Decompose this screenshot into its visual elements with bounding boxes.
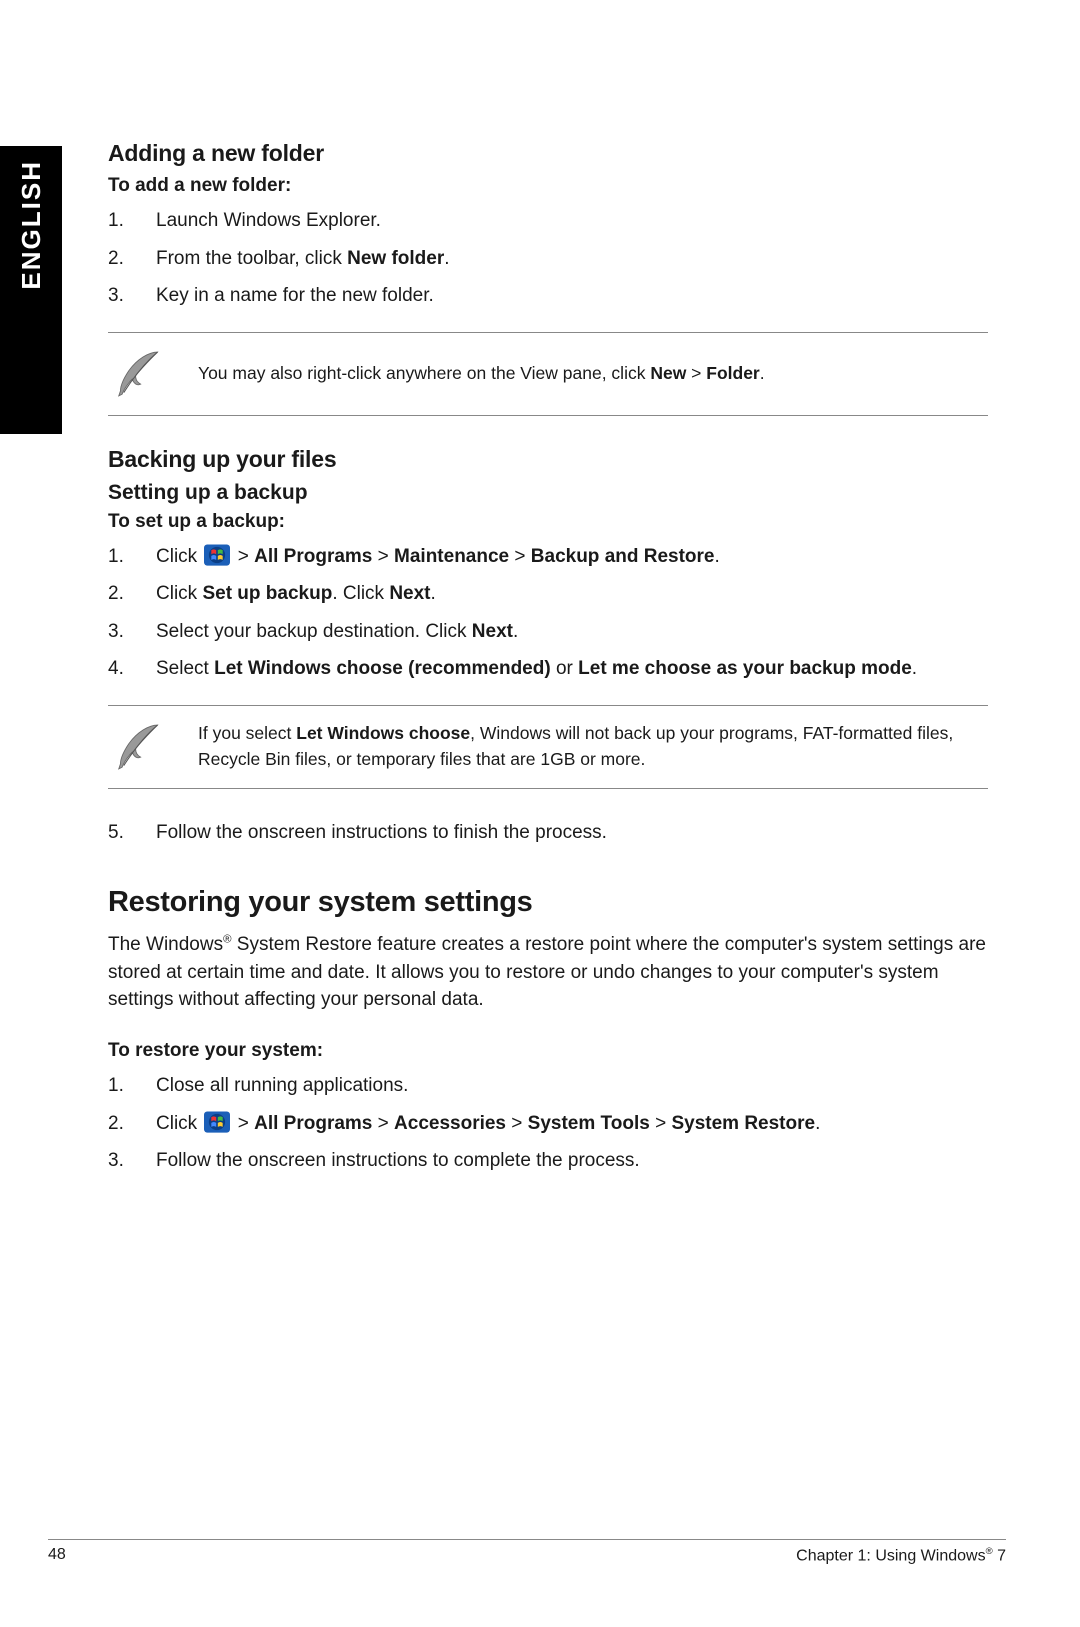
step-number: 5. xyxy=(108,819,156,847)
windows-start-icon xyxy=(204,1111,230,1133)
note-text: You may also right-click anywhere on the… xyxy=(198,361,988,386)
step-number: 3. xyxy=(108,282,156,310)
steps-setup-backup-cont: 5. Follow the onscreen instructions to f… xyxy=(108,819,988,847)
steps-setup-backup: 1. Click > All Programs > Maintenance > … xyxy=(108,543,988,683)
step-number: 2. xyxy=(108,580,156,608)
step-text: Follow the onscreen instructions to comp… xyxy=(156,1147,988,1175)
page-content: Adding a new folder To add a new folder:… xyxy=(108,140,988,1197)
chapter-label: Chapter 1: Using Windows® 7 xyxy=(796,1546,1006,1565)
step-number: 4. xyxy=(108,655,156,683)
step-text: Click > All Programs > Maintenance > Bac… xyxy=(156,543,988,571)
list-item: 1. Launch Windows Explorer. xyxy=(108,207,988,235)
heading-restoring: Restoring your system settings xyxy=(108,886,988,919)
step-number: 1. xyxy=(108,543,156,571)
list-item: 1. Click > All Programs > Maintenance > … xyxy=(108,543,988,571)
step-number: 3. xyxy=(108,618,156,646)
steps-restore: 1. Close all running applications. 2. Cl… xyxy=(108,1072,988,1175)
step-text: From the toolbar, click New folder. xyxy=(156,245,988,273)
step-text: Follow the onscreen instructions to fini… xyxy=(156,819,988,847)
feather-icon xyxy=(108,720,198,774)
list-item: 2. From the toolbar, click New folder. xyxy=(108,245,988,273)
step-text: Click > All Programs > Accessories > Sys… xyxy=(156,1110,988,1138)
list-item: 5. Follow the onscreen instructions to f… xyxy=(108,819,988,847)
step-number: 2. xyxy=(108,245,156,273)
step-text: Select your backup destination. Click Ne… xyxy=(156,618,988,646)
note-box: If you select Let Windows choose, Window… xyxy=(108,705,988,789)
steps-add-folder: 1. Launch Windows Explorer. 2. From the … xyxy=(108,207,988,310)
step-text: Key in a name for the new folder. xyxy=(156,282,988,310)
step-number: 2. xyxy=(108,1110,156,1138)
instr-add-folder: To add a new folder: xyxy=(108,175,988,197)
intro-restoring: The Windows® System Restore feature crea… xyxy=(108,931,988,1014)
step-text: Close all running applications. xyxy=(156,1072,988,1100)
feather-icon xyxy=(108,347,198,401)
note-box: You may also right-click anywhere on the… xyxy=(108,332,988,416)
language-tab: ENGLISH xyxy=(0,146,62,434)
list-item: 3. Select your backup destination. Click… xyxy=(108,618,988,646)
step-text: Launch Windows Explorer. xyxy=(156,207,988,235)
note-text: If you select Let Windows choose, Window… xyxy=(198,721,988,772)
instr-setup-backup: To set up a backup: xyxy=(108,511,988,533)
page-footer: 48 Chapter 1: Using Windows® 7 xyxy=(48,1539,1006,1565)
instr-restore: To restore your system: xyxy=(108,1040,988,1062)
step-text: Select Let Windows choose (recommended) … xyxy=(156,655,988,683)
language-label: ENGLISH xyxy=(16,160,47,290)
list-item: 3. Follow the onscreen instructions to c… xyxy=(108,1147,988,1175)
step-text: Click Set up backup. Click Next. xyxy=(156,580,988,608)
step-number: 3. xyxy=(108,1147,156,1175)
heading-adding-folder: Adding a new folder xyxy=(108,140,988,167)
step-number: 1. xyxy=(108,207,156,235)
list-item: 2. Click > All Programs > Accessories > … xyxy=(108,1110,988,1138)
subheading-setup-backup: Setting up a backup xyxy=(108,481,988,505)
heading-backup: Backing up your files xyxy=(108,446,988,473)
list-item: 1. Close all running applications. xyxy=(108,1072,988,1100)
list-item: 2. Click Set up backup. Click Next. xyxy=(108,580,988,608)
page-number: 48 xyxy=(48,1546,66,1565)
list-item: 3. Key in a name for the new folder. xyxy=(108,282,988,310)
windows-start-icon xyxy=(204,544,230,566)
list-item: 4. Select Let Windows choose (recommende… xyxy=(108,655,988,683)
step-number: 1. xyxy=(108,1072,156,1100)
